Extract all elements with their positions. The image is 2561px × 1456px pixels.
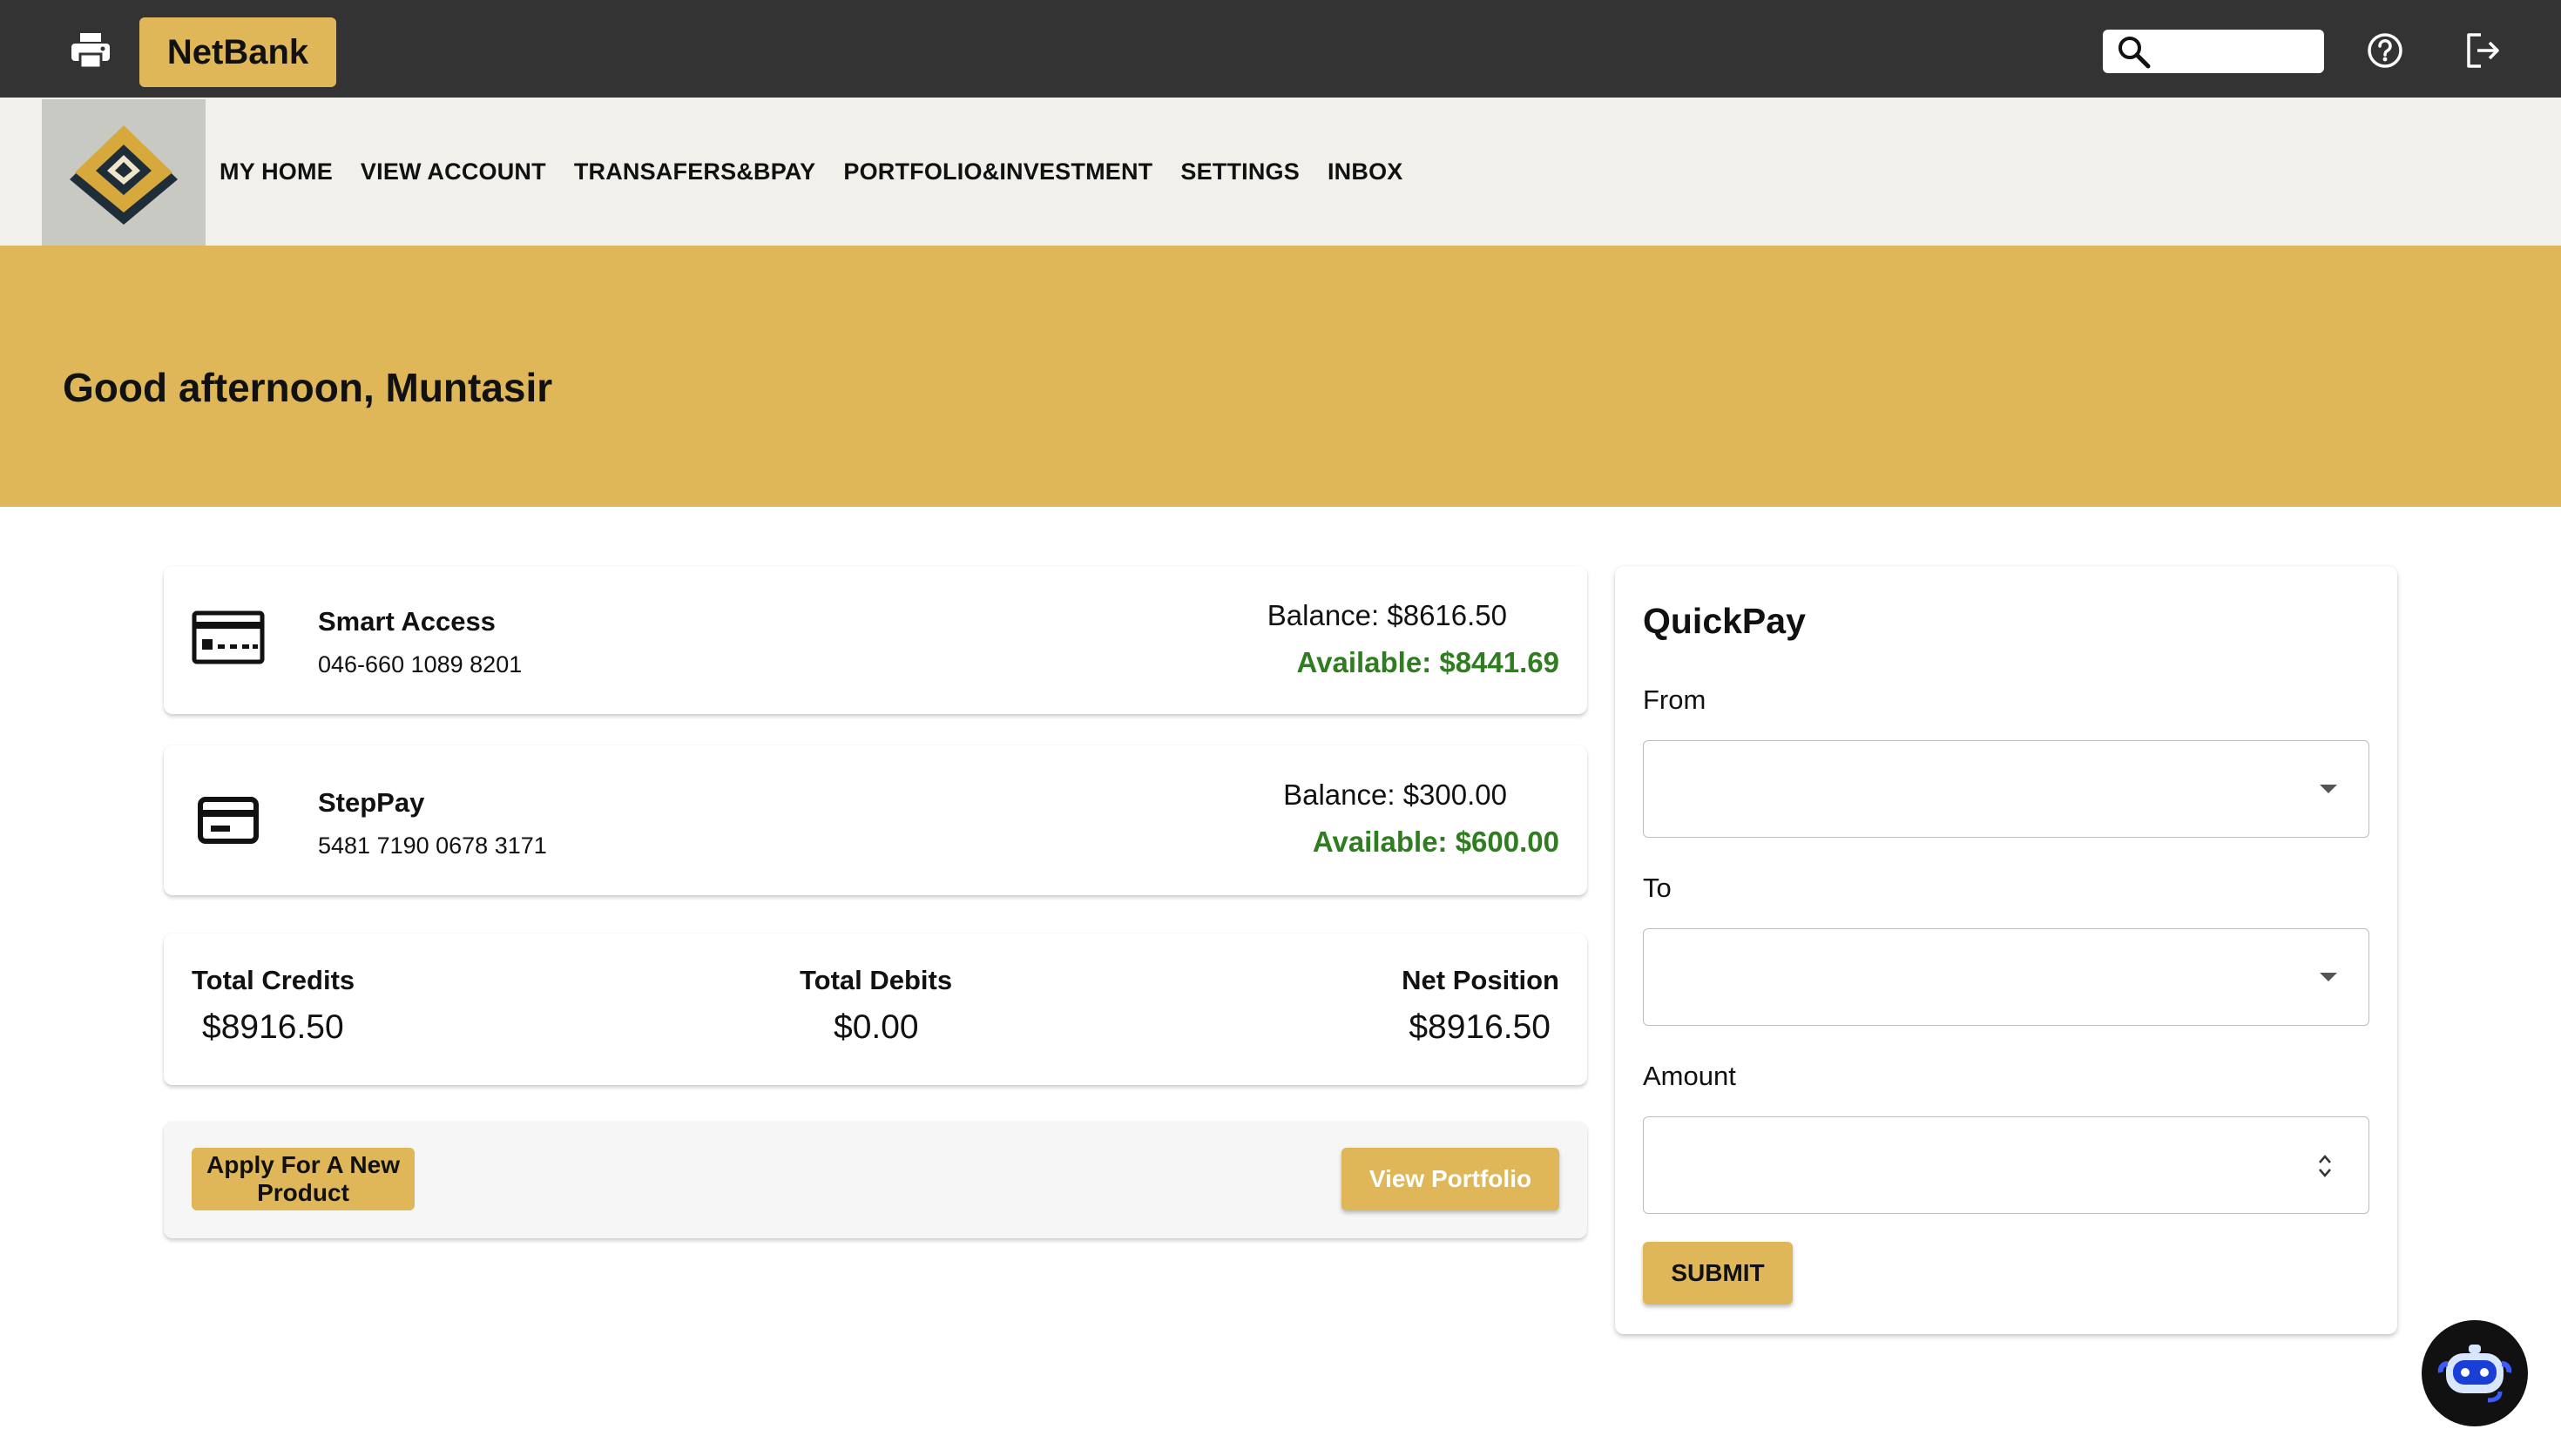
amount-input[interactable] [1643, 1116, 2369, 1214]
card-icon [192, 610, 265, 664]
account-balance: Balance: $8616.50 [1267, 599, 1507, 631]
submit-button[interactable]: SUBMIT [1643, 1242, 1793, 1304]
account-card-smart-access[interactable]: Smart Access 046-660 1089 8201 Balance: … [164, 566, 1587, 714]
nav-item-settings[interactable]: SETTINGS [1180, 158, 1300, 185]
from-select[interactable] [1643, 740, 2369, 838]
top-bar: NetBank [0, 0, 2561, 98]
actions-bar: Apply For A New Product View Portfolio [164, 1122, 1587, 1238]
credit-card-icon [198, 797, 259, 844]
nav-item-view-account[interactable]: VIEW ACCOUNT [361, 158, 546, 185]
netbank-brand-button[interactable]: NetBank [139, 17, 336, 87]
chatbot-icon[interactable] [2422, 1320, 2528, 1426]
total-debits-value: $0.00 [834, 1008, 919, 1046]
account-balance: Balance: $300.00 [1283, 779, 1507, 811]
account-available: Available: $8441.69 [1296, 646, 1559, 678]
account-number: 5481 7190 0678 3171 [318, 832, 547, 859]
search-icon [2118, 37, 2151, 69]
net-position-label: Net Position [1402, 965, 1559, 995]
account-number: 046-660 1089 8201 [318, 651, 523, 677]
amount-label: Amount [1643, 1061, 1736, 1091]
account-available: Available: $600.00 [1312, 826, 1559, 858]
account-name: Smart Access [318, 606, 496, 637]
search-box[interactable] [2103, 30, 2324, 73]
nav-item-portfolio-investment[interactable]: PORTFOLIO&INVESTMENT [843, 158, 1152, 185]
quickpay-panel: QuickPay From To Amount SUBMIT [1615, 566, 2397, 1334]
print-icon[interactable] [70, 31, 111, 70]
total-debits-label: Total Debits [800, 965, 953, 995]
apply-new-product-button[interactable]: Apply For A New Product [192, 1148, 415, 1210]
total-credits-label: Total Credits [192, 965, 355, 995]
nav-item-transfers-bpay[interactable]: TRANSAFERS&BPAY [574, 158, 816, 185]
total-credits-value: $8916.50 [202, 1008, 344, 1046]
logout-icon[interactable] [2463, 31, 2502, 70]
number-stepper-icon[interactable] [2316, 1152, 2334, 1180]
netbank-logo[interactable] [42, 99, 206, 246]
from-label: From [1643, 684, 1706, 715]
chevron-down-icon [2320, 785, 2337, 793]
net-position-value: $8916.50 [1409, 1008, 1551, 1046]
search-input[interactable] [2157, 30, 2319, 73]
quickpay-title: QuickPay [1643, 601, 1806, 641]
help-icon[interactable] [2366, 31, 2404, 70]
to-select[interactable] [1643, 928, 2369, 1026]
chevron-down-icon [2320, 973, 2337, 981]
view-portfolio-button[interactable]: View Portfolio [1341, 1148, 1559, 1210]
account-card-steppay[interactable]: StepPay 5481 7190 0678 3171 Balance: $30… [164, 745, 1587, 895]
account-name: StepPay [318, 787, 425, 818]
main-nav: MY HOME VIEW ACCOUNT TRANSAFERS&BPAY POR… [220, 98, 1431, 246]
to-label: To [1643, 873, 1672, 903]
nav-item-my-home[interactable]: MY HOME [220, 158, 333, 185]
greeting-text: Good afternoon, Muntasir [63, 365, 553, 410]
nav-item-inbox[interactable]: INBOX [1328, 158, 1403, 185]
totals-summary: Total Credits $8916.50 Total Debits $0.0… [164, 934, 1587, 1085]
